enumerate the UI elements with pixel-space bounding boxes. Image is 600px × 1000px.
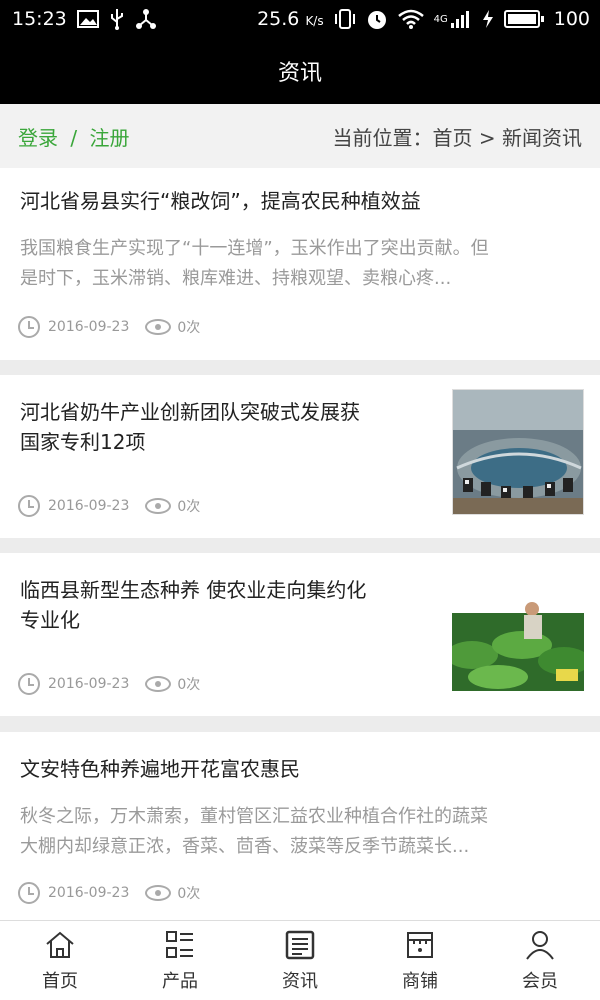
page-title: 资讯: [277, 61, 322, 86]
article-summary-line: 大棚内却绿意正浓，香菜、茴香、菠菜等反季节蔬菜长...: [20, 836, 470, 857]
article-views: 0次: [177, 320, 201, 336]
article-title[interactable]: 河北省奶牛产业创新团队突破式发展获 国家专利12项: [20, 397, 360, 457]
article-title-line: 临西县新型生态种养 使农业走向集约化: [20, 578, 367, 602]
article-summary: 秋冬之际，万木萧索，董村管区汇益农业种植合作社的蔬菜 大棚内却绿意正浓，香菜、茴…: [20, 802, 578, 862]
alarm-icon: [367, 11, 386, 29]
article-item[interactable]: 河北省奶牛产业创新团队突破式发展获 国家专利12项 2016-09-23 0次: [0, 375, 600, 538]
tab-products[interactable]: 产品: [120, 921, 240, 1000]
signal-icon: [450, 11, 469, 28]
tab-label: 首页: [42, 970, 78, 992]
article-title[interactable]: 文安特色种养遍地开花富农惠民: [20, 754, 300, 784]
article-thumbnail[interactable]: [452, 565, 584, 691]
article-summary-line: 我国粮食生产实现了“十一连增”，玉米作出了突出贡献。但: [20, 238, 489, 259]
article-summary-line: 是时下，玉米滞销、粮库难进、持粮观望、卖粮心疼...: [20, 268, 452, 289]
tab-label: 产品: [162, 970, 198, 992]
tab-store[interactable]: 商铺: [360, 921, 480, 1000]
clock-icon: [18, 316, 40, 338]
bottom-tab-bar: 首页 产品 资讯 商铺 会员: [0, 920, 600, 1000]
auth-links: 登录 / 注册: [18, 122, 129, 151]
wifi-icon: [397, 9, 424, 29]
eye-icon: [145, 676, 172, 692]
dairy-farm-image: [453, 390, 583, 514]
tab-news[interactable]: 资讯: [240, 921, 360, 1000]
network-type: 4G: [433, 14, 448, 25]
store-icon: [407, 931, 433, 958]
tab-member[interactable]: 会员: [480, 921, 600, 1000]
header-bar: 资讯: [0, 38, 600, 104]
article-title-line: 国家专利12项: [20, 430, 146, 454]
battery-level: 100: [553, 8, 590, 30]
network-speed: 25.6 K/s: [257, 8, 324, 30]
article-title[interactable]: 临西县新型生态种养 使农业走向集约化 专业化: [20, 575, 366, 635]
clock-icon: [18, 882, 40, 904]
article-views: 0次: [177, 499, 201, 515]
article-title-line: 专业化: [20, 608, 80, 632]
article-meta: 2016-09-23 0次: [18, 882, 200, 904]
auth-separator: /: [70, 125, 78, 150]
tab-label: 资讯: [282, 970, 318, 992]
user-icon: [526, 930, 554, 960]
clock-time: 15:23: [12, 8, 67, 30]
tab-label: 商铺: [402, 970, 438, 992]
share-icon: [135, 9, 156, 29]
article-date: 2016-09-23: [48, 676, 130, 692]
charging-icon: [482, 10, 493, 28]
location-label: 当前位置：: [332, 125, 433, 150]
article-item[interactable]: 河北省易县实行“粮改饲”，提高农民种植效益 我国粮食生产实现了“十一连增”，玉米…: [0, 168, 600, 360]
article-title[interactable]: 河北省易县实行“粮改饲”，提高农民种植效益: [20, 186, 421, 216]
breadcrumb-row: 登录 / 注册 当前位置：首页 > 新闻资讯: [0, 104, 600, 168]
lotus-field-image: [452, 565, 584, 691]
clock-icon: [18, 673, 40, 695]
vibrate-icon: [334, 9, 355, 29]
register-link[interactable]: 注册: [89, 126, 129, 150]
home-icon: [46, 931, 74, 958]
login-link[interactable]: 登录: [18, 126, 58, 150]
news-icon: [285, 930, 315, 959]
tab-label: 会员: [522, 970, 558, 992]
article-meta: 2016-09-23 0次: [18, 495, 200, 517]
image-icon: [76, 10, 99, 28]
tab-home[interactable]: 首页: [0, 921, 120, 1000]
breadcrumb: 当前位置：首页 > 新闻资讯: [333, 122, 582, 151]
clock-icon: [18, 495, 40, 517]
article-meta: 2016-09-23 0次: [18, 316, 200, 338]
article-date: 2016-09-23: [48, 319, 130, 335]
eye-icon: [145, 885, 172, 901]
article-thumbnail[interactable]: [452, 389, 584, 515]
battery-icon: [503, 10, 544, 28]
article-summary-line: 秋冬之际，万木萧索，董村管区汇益农业种植合作社的蔬菜: [20, 806, 488, 827]
article-summary: 我国粮食生产实现了“十一连增”，玉米作出了突出贡献。但 是时下，玉米滞销、粮库难…: [20, 234, 578, 294]
eye-icon: [145, 498, 172, 514]
article-meta: 2016-09-23 0次: [18, 673, 200, 695]
status-bar: 15:23 25.6 K/s 4G 100: [0, 0, 600, 38]
article-date: 2016-09-23: [48, 498, 130, 514]
list-icon: [166, 930, 193, 958]
eye-icon: [145, 319, 172, 335]
article-item[interactable]: 临西县新型生态种养 使农业走向集约化 专业化 2016-09-23 0次: [0, 553, 600, 716]
usb-icon: [110, 9, 123, 30]
article-title-line: 河北省奶牛产业创新团队突破式发展获: [20, 400, 360, 424]
article-item[interactable]: 文安特色种养遍地开花富农惠民 秋冬之际，万木萧索，董村管区汇益农业种植合作社的蔬…: [0, 732, 600, 920]
article-date: 2016-09-23: [48, 885, 130, 901]
breadcrumb-path[interactable]: 首页 > 新闻资讯: [433, 126, 582, 150]
article-views: 0次: [177, 886, 201, 902]
article-views: 0次: [177, 677, 201, 693]
